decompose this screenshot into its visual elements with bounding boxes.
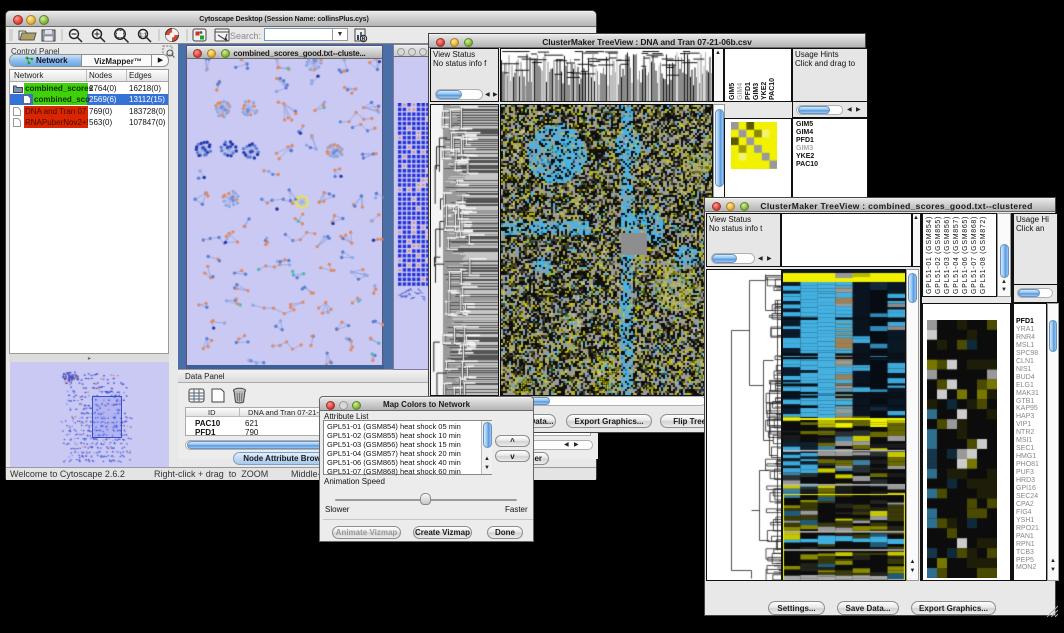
svg-text:B: B bbox=[362, 37, 366, 43]
svg-text:1:1: 1:1 bbox=[139, 32, 146, 38]
